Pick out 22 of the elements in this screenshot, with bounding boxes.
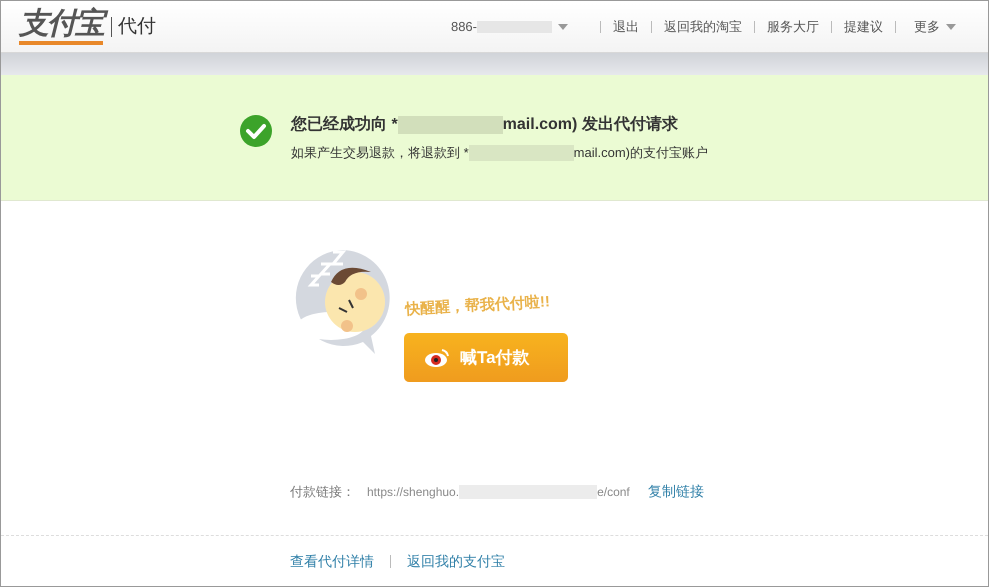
caret-icon[interactable] xyxy=(558,24,568,30)
refund-note: mail.com)的支付宝账户 xyxy=(574,144,708,162)
nav-link[interactable]: 提建议 xyxy=(844,16,883,36)
nav-link[interactable]: 返回我的淘宝 xyxy=(664,16,742,36)
account-name: 886- xyxy=(450,18,477,36)
payment-link-url: e/conf xyxy=(597,484,630,500)
footer-link[interactable]: 查看代付详情 xyxy=(290,551,374,572)
copy-link[interactable]: 复制链接 xyxy=(648,481,704,502)
footer-link[interactable]: 返回我的支付宝 xyxy=(407,551,505,572)
payment-link-label: 付款链接： xyxy=(290,482,355,501)
payment-link-url: https://shenghuo. xyxy=(367,484,460,500)
more-menu[interactable]: 更多 xyxy=(914,16,940,36)
product-title: 代付 xyxy=(111,16,156,36)
notice-title: mail.com) 发出代付请求 xyxy=(502,114,678,135)
caret-icon[interactable] xyxy=(946,24,956,30)
nav-link[interactable]: 服务大厅 xyxy=(767,16,819,36)
promo-slogan: 快醒醒，帮我代付啦!! xyxy=(404,292,550,320)
notice-title: 您已经成功向 * xyxy=(291,114,398,135)
eye-logo-icon xyxy=(424,348,450,368)
nav-link[interactable]: 退出 xyxy=(613,16,639,36)
refund-note: 如果产生交易退款，将退款到 * xyxy=(291,144,469,162)
success-check-icon xyxy=(239,114,273,148)
